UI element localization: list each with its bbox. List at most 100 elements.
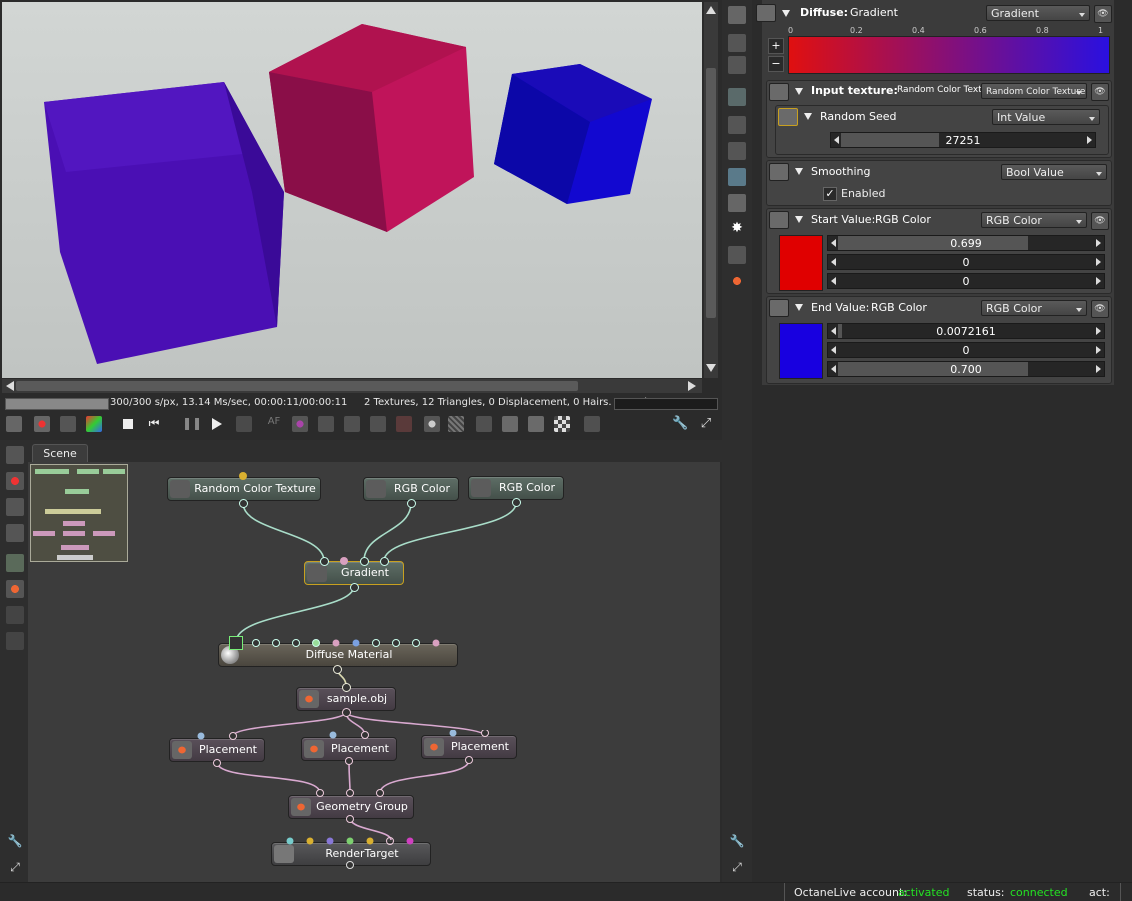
node-rgb-color-2[interactable]: RGB Color: [468, 476, 564, 500]
copy-icon[interactable]: [502, 416, 518, 432]
stop-icon[interactable]: [120, 416, 136, 432]
input-pin[interactable]: [320, 557, 329, 566]
wrench-icon[interactable]: 🔧: [672, 416, 688, 432]
start-value-dropdown[interactable]: RGB Color: [981, 212, 1087, 228]
fullscreen-icon[interactable]: ⤢: [698, 416, 714, 432]
collapse-triangle-icon[interactable]: [795, 168, 803, 175]
input-pin[interactable]: [360, 557, 369, 566]
collapse-triangle-icon[interactable]: [795, 216, 803, 223]
end-r-slider[interactable]: 0.0072161: [827, 323, 1105, 339]
eye-icon[interactable]: 👁: [1091, 83, 1109, 101]
input-pin[interactable]: [380, 557, 389, 566]
increment-arrow-icon[interactable]: [1096, 239, 1101, 247]
enabled-checkbox[interactable]: ✓: [823, 187, 837, 201]
graph-tool-5-icon[interactable]: [6, 554, 24, 572]
vscroll-up-arrow[interactable]: [706, 6, 716, 14]
increment-arrow-icon[interactable]: [1096, 327, 1101, 335]
sun-icon[interactable]: ✸: [728, 220, 746, 238]
output-pin[interactable]: [239, 499, 248, 508]
hscroll-right-arrow[interactable]: [688, 381, 696, 391]
smoothing-type-dropdown[interactable]: Bool Value: [1001, 164, 1107, 180]
input-texture-dropdown[interactable]: Random Color Texture: [981, 83, 1087, 99]
placement-pins[interactable]: [188, 730, 528, 770]
display-icon[interactable]: [236, 416, 252, 432]
increment-arrow-icon[interactable]: [1096, 365, 1101, 373]
picture-icon[interactable]: [728, 194, 746, 212]
increment-arrow-icon[interactable]: [1096, 277, 1101, 285]
unlock-icon[interactable]: [584, 416, 600, 432]
viewport-vscroll[interactable]: [704, 2, 718, 378]
kernel-icon[interactable]: [728, 116, 746, 134]
graph-tool-2-icon[interactable]: [6, 472, 24, 490]
end-color-swatch[interactable]: [779, 323, 823, 379]
af-icon[interactable]: AF: [266, 416, 282, 432]
object-picker-icon[interactable]: [344, 416, 360, 432]
output-pin[interactable]: [350, 583, 359, 592]
collapse-triangle-icon[interactable]: [804, 113, 812, 120]
gradient-bar[interactable]: [788, 36, 1110, 74]
region-icon[interactable]: [396, 416, 412, 432]
reset-camera-icon[interactable]: [34, 416, 50, 432]
output-pin[interactable]: [333, 665, 342, 674]
start-color-swatch[interactable]: [779, 235, 823, 291]
hscroll-left-arrow[interactable]: [6, 381, 14, 391]
camera-view-icon[interactable]: [6, 416, 22, 432]
collapse-triangle-icon[interactable]: [795, 88, 803, 95]
output-pin[interactable]: [342, 708, 351, 717]
save-image-icon[interactable]: [528, 416, 544, 432]
input-pin[interactable]: [342, 683, 351, 692]
layers-icon[interactable]: [728, 34, 746, 52]
input-pin[interactable]: [340, 557, 348, 565]
eye-icon[interactable]: 👁: [1094, 5, 1112, 23]
geometry-group-pins[interactable]: [312, 788, 392, 828]
graph-tool-4-icon[interactable]: [6, 524, 24, 542]
graph-tool-1-icon[interactable]: [6, 446, 24, 464]
render-cube-icon[interactable]: [86, 416, 102, 432]
recenter-icon[interactable]: [60, 416, 76, 432]
end-g-slider[interactable]: 0: [827, 342, 1105, 358]
pause-icon[interactable]: ❚❚: [182, 416, 202, 432]
node-random-color-texture[interactable]: Random Color Texture: [167, 477, 321, 501]
end-value-dropdown[interactable]: RGB Color: [981, 300, 1087, 316]
image-icon[interactable]: [728, 88, 746, 106]
collapse-triangle-icon[interactable]: [795, 304, 803, 311]
eye-icon[interactable]: 👁: [1091, 212, 1109, 230]
material-picker-icon[interactable]: [318, 416, 334, 432]
graph-fullscreen-icon[interactable]: ⤢: [6, 860, 24, 878]
render-viewport[interactable]: [2, 2, 702, 378]
play-icon[interactable]: [208, 416, 224, 432]
end-b-slider[interactable]: 0.700: [827, 361, 1105, 377]
inspector-fullscreen-icon[interactable]: ⤢: [728, 860, 746, 878]
gradient-add-button[interactable]: +: [768, 38, 784, 54]
diffuse-input-pins[interactable]: [250, 637, 450, 649]
graph-wrench-icon[interactable]: 🔧: [6, 834, 24, 852]
focus-picker-icon[interactable]: [370, 416, 386, 432]
zoom-icon[interactable]: [424, 416, 440, 432]
vscroll-down-arrow[interactable]: [706, 364, 716, 372]
graph-tool-8-icon[interactable]: [6, 632, 24, 650]
increment-arrow-icon[interactable]: [1096, 258, 1101, 266]
gradient-remove-button[interactable]: −: [768, 56, 784, 72]
checker-icon[interactable]: [554, 416, 570, 432]
start-b-slider[interactable]: 0: [827, 273, 1105, 289]
inspector-wrench-icon[interactable]: 🔧: [728, 834, 746, 852]
eye-icon[interactable]: 👁: [1091, 300, 1109, 318]
output-pin[interactable]: [407, 499, 416, 508]
diffuse-type-dropdown[interactable]: Gradient: [986, 5, 1090, 21]
vscroll-thumb[interactable]: [706, 68, 716, 318]
monitor-icon[interactable]: [728, 142, 746, 160]
random-seed-type-dropdown[interactable]: Int Value: [992, 109, 1100, 125]
object-icon[interactable]: [728, 272, 746, 290]
restart-icon[interactable]: ⏮: [146, 416, 162, 432]
graph-tool-3-icon[interactable]: [6, 498, 24, 516]
tab-scene[interactable]: Scene: [32, 444, 88, 463]
transform-icon[interactable]: [728, 246, 746, 264]
start-r-slider[interactable]: 0.699: [827, 235, 1105, 251]
collapse-triangle-icon[interactable]: [782, 10, 790, 17]
node-graph-editor[interactable]: Random Color Texture RGB Color RGB Color…: [28, 462, 720, 882]
color-picker-icon[interactable]: [292, 416, 308, 432]
camera-icon[interactable]: [728, 6, 746, 24]
viewport-hscroll[interactable]: [2, 379, 702, 393]
graph-tool-7-icon[interactable]: [6, 606, 24, 624]
stack-icon[interactable]: [728, 56, 746, 74]
